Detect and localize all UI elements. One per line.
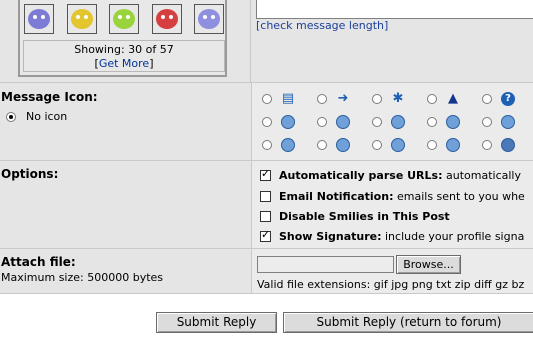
icon-radio[interactable] (262, 117, 272, 127)
message-icon-choices: ▤ ➜ ✱ ▲ ? (251, 82, 533, 160)
options-label-cell: Options: (0, 160, 251, 248)
max-size-text: Maximum size: 500000 bytes (1, 271, 164, 284)
valid-extensions-text: Valid file extensions: gif jpg png txt z… (257, 278, 525, 291)
smilie-4[interactable] (151, 4, 182, 34)
smilies-footer: Showing: 30 of 57 [Get More] (23, 40, 225, 72)
check-message-length-link[interactable]: [check message length] (256, 19, 388, 32)
smilies-showing: Showing: 30 of 57 (74, 43, 174, 56)
submit-reply-return-button[interactable]: Submit Reply (return to forum) (283, 312, 533, 333)
parse-urls-checkbox[interactable] (260, 167, 271, 181)
icon-radio[interactable] (372, 117, 382, 127)
tongue-icon (390, 137, 406, 153)
smilie-1[interactable] (24, 4, 54, 34)
frown-icon (445, 137, 461, 153)
icon-radio[interactable] (427, 117, 437, 127)
message-icon-label: Message Icon: (1, 90, 98, 104)
browse-button[interactable]: Browse... (396, 255, 461, 274)
options-label: Options: (1, 167, 59, 181)
option-title: Show Signature: (279, 230, 382, 243)
icon-radio[interactable] (317, 94, 327, 104)
icon-radio[interactable] (372, 94, 382, 104)
laugh-icon (390, 114, 406, 130)
icon-radio[interactable] (262, 140, 272, 150)
angry-icon (445, 114, 461, 130)
doc-icon: ▤ (281, 91, 295, 106)
smilies-box: Showing: 30 of 57 [Get More] (18, 0, 227, 77)
option-title: Automatically parse URLs: (279, 169, 443, 182)
option-show-signature: Show Signature: include your profile sig… (260, 228, 525, 243)
smilie-5[interactable] (194, 4, 224, 34)
icon-radio[interactable] (427, 94, 437, 104)
get-more-link[interactable]: Get More (99, 57, 149, 70)
message-textarea[interactable] (256, 0, 533, 19)
option-parse-urls: Automatically parse URLs: automatically (260, 167, 521, 182)
question-icon: ? (500, 91, 516, 107)
option-desc: automatically (445, 169, 521, 182)
option-title: Email Notification: (279, 190, 394, 203)
icon-radio[interactable] (372, 140, 382, 150)
smile-icon (280, 114, 296, 130)
wink-icon (500, 114, 516, 130)
no-icon-label: No icon (26, 110, 68, 123)
cool-icon (500, 137, 516, 153)
icon-radio[interactable] (482, 94, 492, 104)
bracket-close: ] (149, 57, 154, 70)
lightbulb-icon: ✱ (392, 91, 404, 106)
icon-radio[interactable] (427, 140, 437, 150)
option-disable-smilies: Disable Smilies in This Post (260, 210, 450, 223)
attach-label-cell: Attach file: Maximum size: 500000 bytes (0, 248, 251, 294)
file-path-input[interactable] (257, 256, 394, 273)
arrow-right-icon: ➜ (337, 91, 349, 106)
icon-radio[interactable] (482, 140, 492, 150)
smilie-2[interactable] (66, 4, 97, 34)
icon-radio[interactable] (317, 117, 327, 127)
warning-icon: ▲ (448, 91, 458, 106)
message-icon-label-cell: Message Icon: No icon (0, 82, 251, 160)
disable-smilies-checkbox[interactable] (260, 211, 271, 222)
icon-radio[interactable] (482, 117, 492, 127)
show-signature-checkbox[interactable] (260, 228, 271, 242)
icon-radio[interactable] (262, 94, 272, 104)
submit-reply-button[interactable]: Submit Reply (156, 312, 277, 333)
sad-icon (280, 137, 296, 153)
option-title: Disable Smilies in This Post (279, 210, 450, 223)
no-icon-radio[interactable] (6, 111, 16, 122)
option-desc: emails sent to you whe (396, 190, 525, 203)
option-email-notification: Email Notification: emails sent to you w… (260, 190, 525, 203)
smilie-3[interactable] (109, 4, 139, 34)
shocked-icon (335, 114, 351, 130)
cry-icon (335, 137, 351, 153)
icon-radio[interactable] (317, 140, 327, 150)
option-desc: include your profile signa (385, 230, 525, 243)
attach-label: Attach file: (1, 255, 76, 269)
smilies-row (24, 4, 224, 34)
email-notification-checkbox[interactable] (260, 191, 271, 202)
